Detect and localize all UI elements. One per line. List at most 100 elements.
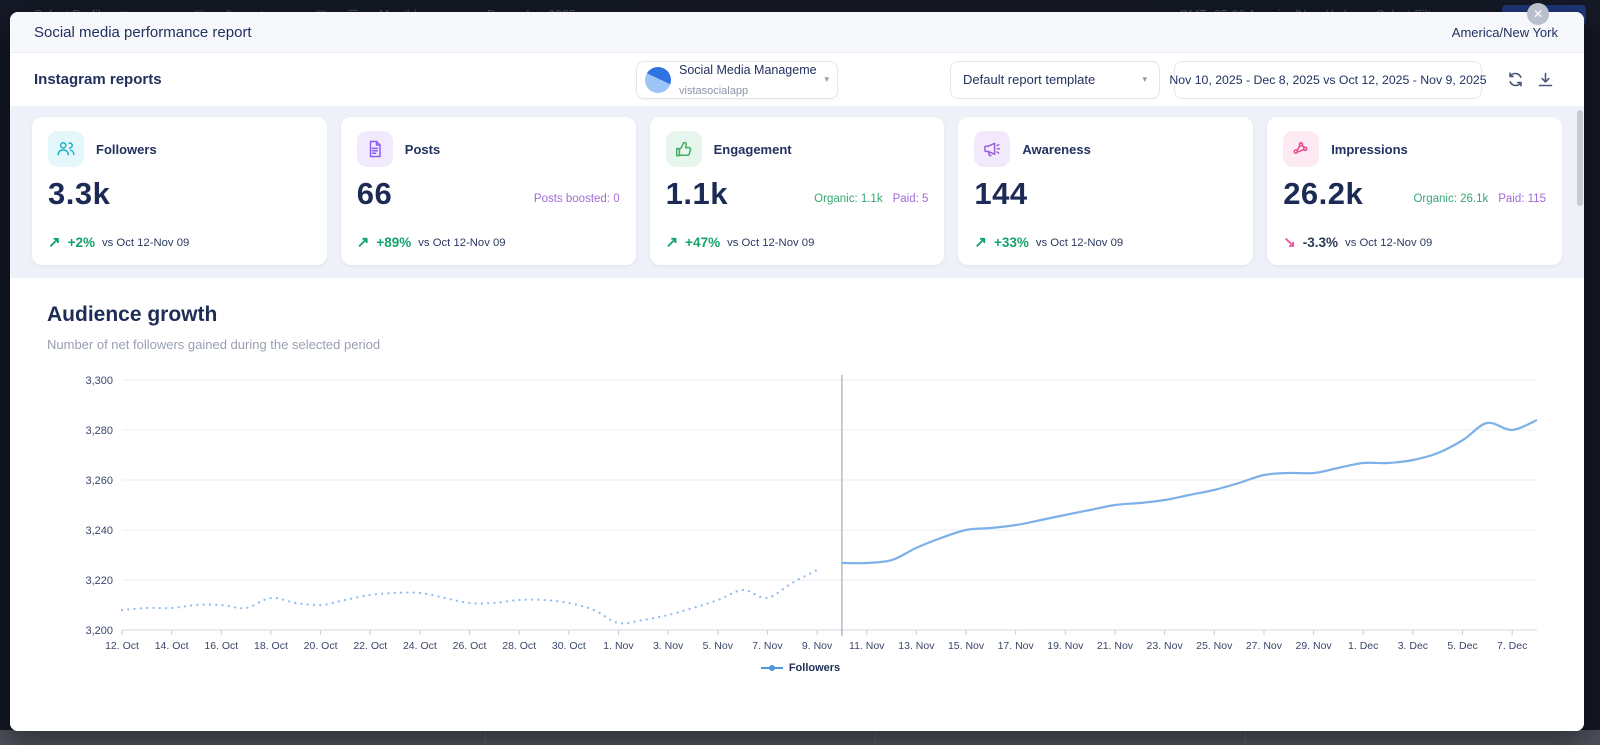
card-label: Impressions — [1331, 142, 1408, 157]
svg-text:24. Oct: 24. Oct — [403, 640, 437, 652]
svg-text:26. Oct: 26. Oct — [453, 640, 487, 652]
card-side-stat: Paid: 115 — [1498, 193, 1546, 205]
card-comparison: vs Oct 12-Nov 09 — [1036, 237, 1123, 249]
card-label: Engagement — [714, 142, 792, 157]
profile-selector[interactable]: Social Media Management Too vistasociala… — [636, 61, 838, 99]
awareness-icon — [974, 131, 1010, 167]
svg-text:3,220: 3,220 — [85, 575, 113, 587]
report-toolbar: Instagram reports Social Media Managemen… — [10, 53, 1584, 106]
profile-handle: vistasocialapp — [679, 85, 748, 97]
svg-text:18. Oct: 18. Oct — [254, 640, 288, 652]
svg-text:5. Dec: 5. Dec — [1447, 640, 1477, 652]
svg-text:27. Nov: 27. Nov — [1246, 640, 1283, 652]
card-value: 144 — [974, 178, 1027, 209]
background-taskbar — [0, 730, 1600, 745]
svg-text:29. Nov: 29. Nov — [1295, 640, 1332, 652]
card-delta: +89% — [376, 235, 411, 250]
followers-icon — [48, 131, 84, 167]
card-delta: +33% — [994, 235, 1029, 250]
report-modal: Social media performance report America/… — [10, 12, 1584, 731]
date-range-value: Nov 10, 2025 - Dec 8, 2025 vs Oct 12, 20… — [1169, 73, 1486, 87]
card-side-stats: Posts boosted: 0 — [534, 193, 620, 209]
impressions-icon — [1283, 131, 1319, 167]
card-delta: +47% — [685, 235, 720, 250]
trend-up-icon: ↗ — [974, 235, 987, 250]
card-side-stat: Organic: 26.1k — [1413, 193, 1488, 205]
svg-text:3,260: 3,260 — [85, 475, 113, 487]
card-side-stats: Organic: 1.1kPaid: 5 — [814, 193, 928, 209]
posts-icon — [357, 131, 393, 167]
card-value: 66 — [357, 178, 392, 209]
audience-growth-section: Audience growth Number of net followers … — [10, 278, 1584, 731]
awareness-card: Awareness 144 ↗ +33% vs Oct 12-Nov 09 — [958, 117, 1253, 265]
followers-card: Followers 3.3k ↗ +2% vs Oct 12-Nov 09 — [32, 117, 327, 265]
svg-text:7. Dec: 7. Dec — [1497, 640, 1527, 652]
svg-text:17. Nov: 17. Nov — [998, 640, 1035, 652]
card-label: Posts — [405, 142, 440, 157]
engagement-card: Engagement 1.1k Organic: 1.1kPaid: 5 ↗ +… — [650, 117, 945, 265]
timezone-label: America/New York — [1452, 25, 1558, 40]
legend-marker-icon — [761, 664, 783, 672]
trend-up-icon: ↗ — [357, 235, 370, 250]
chevron-down-icon: ▾ — [824, 74, 829, 85]
svg-text:3,200: 3,200 — [85, 625, 113, 637]
close-icon[interactable]: ✕ — [1527, 3, 1549, 25]
card-value: 26.2k — [1283, 178, 1363, 209]
section-title: Instagram reports — [34, 71, 162, 88]
trend-down-icon: ↘ — [1283, 235, 1296, 250]
card-comparison: vs Oct 12-Nov 09 — [727, 237, 814, 249]
avatar — [645, 67, 671, 93]
audience-growth-chart[interactable]: 3,2003,2203,2403,2603,2803,30012. Oct14.… — [47, 370, 1547, 660]
card-comparison: vs Oct 12-Nov 09 — [102, 237, 189, 249]
svg-text:3. Dec: 3. Dec — [1398, 640, 1428, 652]
svg-text:25. Nov: 25. Nov — [1196, 640, 1233, 652]
card-value: 1.1k — [666, 178, 728, 209]
svg-text:1. Dec: 1. Dec — [1348, 640, 1378, 652]
trend-up-icon: ↗ — [666, 235, 679, 250]
svg-text:12. Oct: 12. Oct — [105, 640, 139, 652]
download-icon — [1537, 71, 1554, 88]
svg-text:13. Nov: 13. Nov — [898, 640, 935, 652]
card-label: Awareness — [1022, 142, 1090, 157]
refresh-icon — [1507, 71, 1524, 88]
svg-text:3,280: 3,280 — [85, 425, 113, 437]
date-range-picker[interactable]: Nov 10, 2025 - Dec 8, 2025 vs Oct 12, 20… — [1174, 61, 1482, 99]
report-template-value: Default report template — [963, 72, 1095, 87]
svg-text:9. Nov: 9. Nov — [802, 640, 833, 652]
svg-text:20. Oct: 20. Oct — [304, 640, 338, 652]
card-side-stat: Posts boosted: 0 — [534, 193, 620, 205]
profile-name: Social Media Management Too — [679, 63, 816, 77]
posts-card: Posts 66 Posts boosted: 0 ↗ +89% vs Oct … — [341, 117, 636, 265]
card-delta: +2% — [68, 235, 95, 250]
svg-text:14. Oct: 14. Oct — [155, 640, 189, 652]
impressions-card: Impressions 26.2k Organic: 26.1k Paid: 11… — [1267, 117, 1562, 265]
legend-item-followers[interactable]: Followers — [47, 662, 1554, 674]
card-comparison: vs Oct 12-Nov 09 — [418, 237, 505, 249]
svg-text:3,300: 3,300 — [85, 375, 113, 387]
page-title: Social media performance report — [34, 24, 252, 41]
svg-text:23. Nov: 23. Nov — [1147, 640, 1184, 652]
svg-text:11. Nov: 11. Nov — [849, 640, 885, 652]
card-delta: -3.3% — [1303, 235, 1338, 250]
chart-subtitle: Number of net followers gained during th… — [47, 337, 1554, 352]
download-button[interactable] — [1534, 69, 1556, 91]
refresh-button[interactable] — [1504, 69, 1526, 91]
svg-text:15. Nov: 15. Nov — [948, 640, 985, 652]
svg-text:21. Nov: 21. Nov — [1097, 640, 1134, 652]
metric-cards: Followers 3.3k ↗ +2% vs Oct 12-Nov 09 — [10, 106, 1584, 278]
svg-text:22. Oct: 22. Oct — [353, 640, 387, 652]
svg-text:5. Nov: 5. Nov — [703, 640, 734, 652]
card-side-stat: Paid: 5 — [893, 193, 929, 205]
svg-text:19. Nov: 19. Nov — [1047, 640, 1084, 652]
report-template-select[interactable]: Default report template ▾ — [950, 61, 1160, 99]
engagement-icon — [666, 131, 702, 167]
modal-header: Social media performance report America/… — [10, 12, 1584, 53]
svg-text:30. Oct: 30. Oct — [552, 640, 586, 652]
card-value: 3.3k — [48, 178, 110, 209]
svg-text:3. Nov: 3. Nov — [653, 640, 684, 652]
chart-title: Audience growth — [47, 303, 1554, 327]
card-comparison: vs Oct 12-Nov 09 — [1345, 237, 1432, 249]
legend-label: Followers — [789, 662, 840, 674]
modal-scrollbar[interactable] — [1577, 110, 1583, 206]
svg-text:16. Oct: 16. Oct — [204, 640, 238, 652]
